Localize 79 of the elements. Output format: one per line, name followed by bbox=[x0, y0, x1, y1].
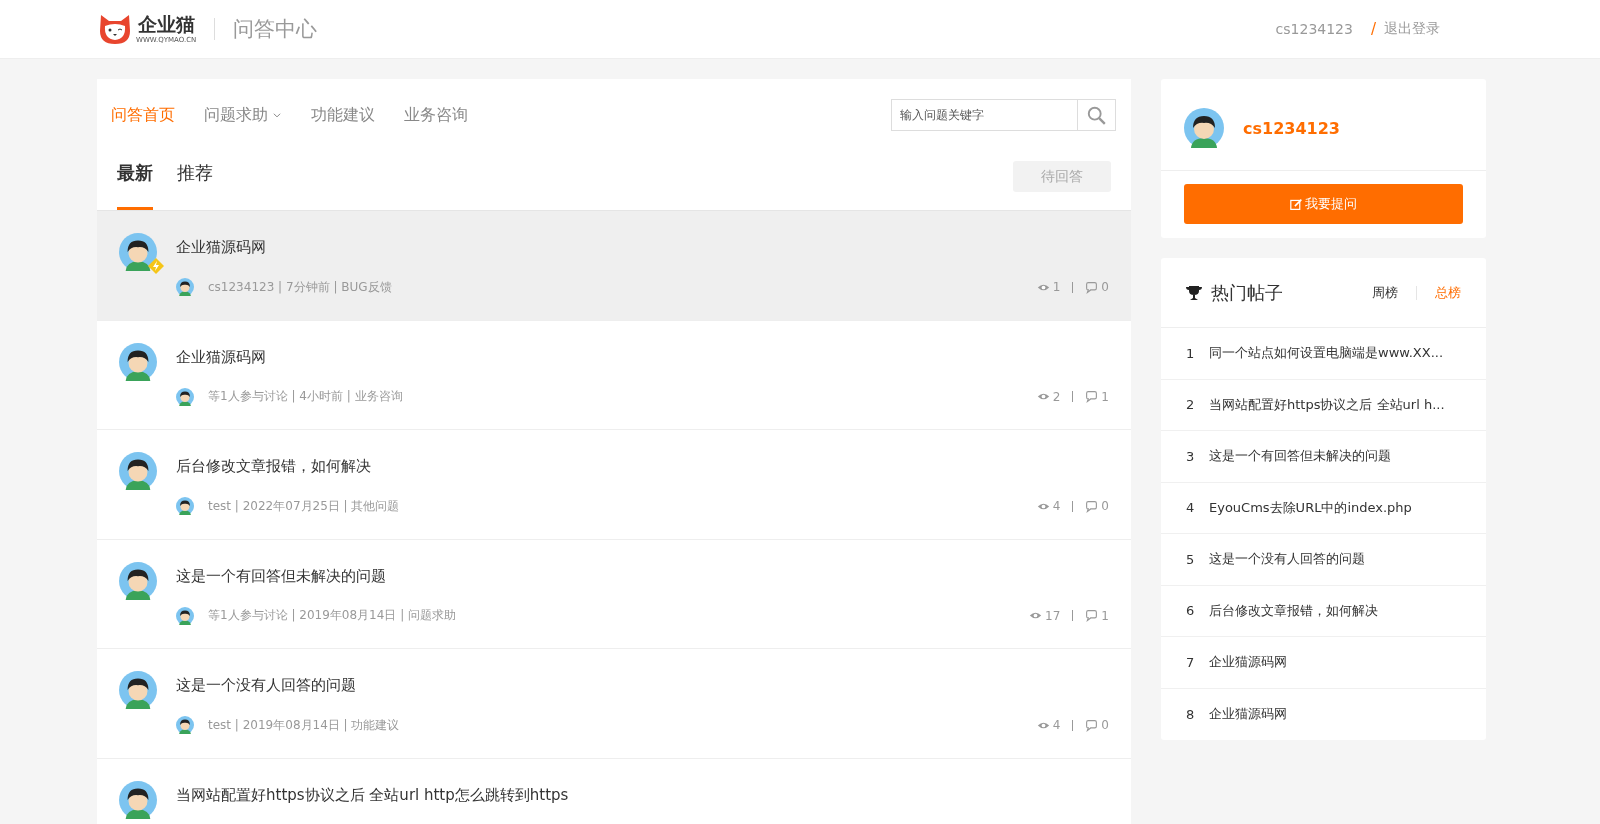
hot-post-item[interactable]: 1 同一个站点如何设置电脑端是www.XX... bbox=[1161, 328, 1486, 380]
avatar bbox=[1184, 108, 1224, 148]
question-title[interactable]: 当网站配置好https协议之后 全站url http怎么跳转到https bbox=[176, 785, 1109, 805]
avatar bbox=[119, 233, 157, 271]
site-title: 问答中心 bbox=[233, 16, 318, 43]
hot-post-title: 同一个站点如何设置电脑端是www.XX... bbox=[1209, 344, 1444, 363]
question-title[interactable]: 后台修改文章报错，如何解决 bbox=[176, 457, 1109, 476]
rank-number: 2 bbox=[1186, 397, 1196, 413]
hot-post-item[interactable]: 7 企业猫源码网 bbox=[1161, 637, 1486, 689]
question-title[interactable]: 企业猫源码网 bbox=[176, 238, 1109, 257]
nav-link[interactable]: 问题求助 bbox=[204, 104, 282, 126]
avatar bbox=[119, 671, 157, 709]
question-meta: cs1234123 | 7分钟前 | BUG反馈 bbox=[208, 278, 392, 296]
view-count: 4 bbox=[1052, 718, 1061, 732]
rank-number: 3 bbox=[1186, 448, 1196, 464]
answer-count: 0 bbox=[1101, 280, 1109, 294]
search-field[interactable]: 输入问题关键字 bbox=[891, 99, 1077, 131]
trophy-icon bbox=[1186, 284, 1202, 301]
hot-post-item[interactable]: 6 后台修改文章报错，如何解决 bbox=[1161, 585, 1486, 637]
hot-post-item[interactable]: 3 这是一个有回答但未解决的问题 bbox=[1161, 431, 1486, 483]
answer-count: 1 bbox=[1101, 389, 1109, 404]
avatar bbox=[176, 278, 194, 296]
avatar bbox=[119, 342, 157, 381]
view-count: 2 bbox=[1052, 389, 1061, 404]
hot-post-title: EyouCms去除URL中的index.php bbox=[1209, 498, 1412, 517]
comment-icon bbox=[1085, 609, 1099, 622]
rank-number: 7 bbox=[1186, 654, 1196, 670]
rank-number: 4 bbox=[1186, 500, 1196, 516]
search-icon bbox=[1087, 105, 1106, 125]
question-meta: test | 2022年07月25日 | 其他问题 bbox=[208, 497, 400, 515]
hot-post-title: 企业猫源码网 bbox=[1209, 705, 1287, 724]
rank-number: 5 bbox=[1186, 551, 1196, 567]
avatar bbox=[119, 780, 157, 819]
question-meta: 等1人参与讨论 | 4小时前 | 业务咨询 bbox=[208, 388, 403, 405]
logo-text: 企业猫 bbox=[137, 14, 195, 34]
tab[interactable]: 推荐 bbox=[177, 161, 213, 210]
edit-icon bbox=[1290, 197, 1303, 211]
nav-link[interactable]: 业务咨询 bbox=[404, 104, 468, 126]
hot-post-item[interactable]: 4 EyouCms去除URL中的index.php bbox=[1161, 482, 1486, 534]
hot-posts-title: 热门帖子 bbox=[1211, 280, 1283, 305]
question-meta: test | 2019年08月14日 | 功能建议 bbox=[208, 716, 400, 734]
ranking-period-tab[interactable]: 周榜 bbox=[1372, 283, 1398, 302]
hot-post-title: 后台修改文章报错，如何解决 bbox=[1209, 601, 1378, 620]
avatar bbox=[176, 716, 194, 734]
nav-link[interactable]: 功能建议 bbox=[311, 104, 375, 126]
hot-post-item[interactable]: 2 当网站配置好https协议之后 全站url h... bbox=[1161, 379, 1486, 431]
hot-post-item[interactable]: 5 这是一个没有人回答的问题 bbox=[1161, 534, 1486, 586]
question-row[interactable]: 企业猫源码网 cs1234123 | 7分钟前 | BUG反馈 1 0 bbox=[97, 211, 1131, 321]
comment-icon bbox=[1085, 499, 1099, 513]
avatar bbox=[176, 387, 194, 406]
view-count: 4 bbox=[1052, 499, 1061, 513]
answer-count: 0 bbox=[1101, 718, 1109, 732]
question-title[interactable]: 企业猫源码网 bbox=[176, 347, 1109, 367]
question-meta: 等1人参与讨论 | 2019年08月14日 | 问题求助 bbox=[208, 607, 457, 624]
avatar bbox=[176, 497, 194, 515]
hot-post-title: 企业猫源码网 bbox=[1209, 653, 1287, 672]
rank-number: 6 bbox=[1186, 603, 1196, 619]
answer-count: 1 bbox=[1101, 608, 1109, 623]
hot-post-title: 当网站配置好https协议之后 全站url h... bbox=[1209, 395, 1445, 414]
hot-post-item[interactable]: 8 企业猫源码网 bbox=[1161, 688, 1486, 740]
comment-icon bbox=[1085, 390, 1099, 403]
chevron-down-icon bbox=[272, 110, 282, 120]
question-title[interactable]: 这是一个有回答但未解决的问题 bbox=[176, 566, 1109, 586]
avatar bbox=[176, 606, 194, 625]
avatar bbox=[119, 452, 157, 490]
hot-post-title: 这是一个没有人回答的问题 bbox=[1209, 550, 1365, 569]
cat-logo-icon bbox=[98, 13, 132, 45]
separator: / bbox=[1370, 20, 1376, 38]
answer-count: 0 bbox=[1101, 499, 1109, 513]
view-count: 1 bbox=[1052, 280, 1061, 294]
comment-icon bbox=[1085, 718, 1099, 732]
view-count: 17 bbox=[1045, 608, 1061, 623]
search-button[interactable] bbox=[1077, 99, 1116, 131]
comment-icon bbox=[1085, 280, 1099, 294]
avatar bbox=[119, 561, 157, 600]
rank-number: 1 bbox=[1186, 345, 1196, 361]
hot-post-title: 这是一个有回答但未解决的问题 bbox=[1209, 447, 1391, 466]
question-title[interactable]: 这是一个没有人回答的问题 bbox=[176, 676, 1109, 695]
rank-number: 8 bbox=[1186, 706, 1196, 722]
